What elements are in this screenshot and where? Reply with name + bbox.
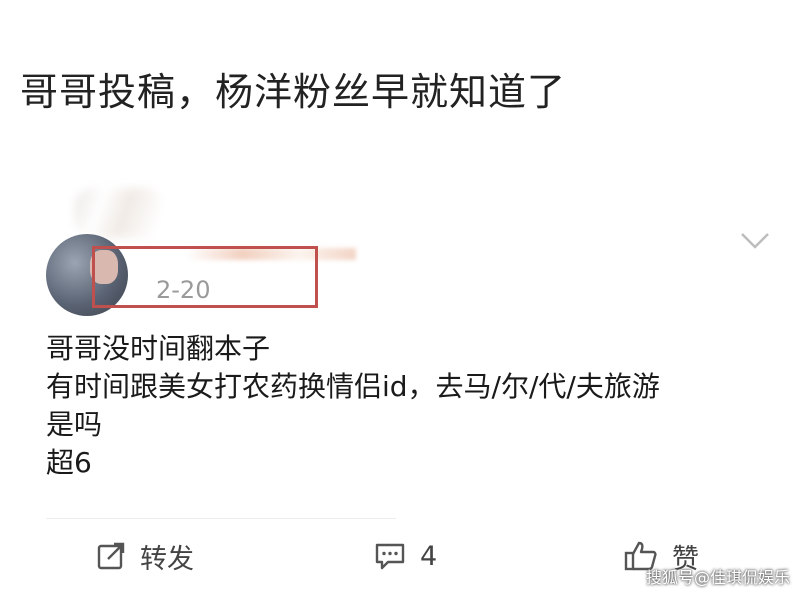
repost-icon: [97, 542, 125, 570]
post-line: 哥哥没时间翻本子: [46, 332, 271, 365]
chevron-down-icon[interactable]: [740, 230, 770, 252]
repost-label: 转发: [140, 543, 194, 575]
watermark: 搜狐号@佳琪侃娱乐: [646, 568, 791, 587]
post-date: 2-20: [156, 276, 211, 304]
post-heading: 哥哥投稿，杨洋粉丝早就知道了: [20, 70, 567, 114]
post-line: 有时间跟美女打农药换情侣id，去马/尔/代/夫旅游: [46, 370, 660, 403]
divider: [46, 518, 396, 519]
comment-icon: [375, 543, 405, 570]
comment-count: 4: [420, 540, 438, 572]
repost-button[interactable]: 转发: [96, 536, 194, 576]
post-content: 哥哥没时间翻本子 有时间跟美女打农药换情侣id，去马/尔/代/夫旅游 是吗 超6: [46, 330, 660, 482]
author-name-blurred: [74, 188, 164, 238]
post-line: 是吗: [46, 408, 103, 441]
post-line: 超6: [46, 446, 92, 479]
comment-button[interactable]: 4: [374, 536, 437, 576]
